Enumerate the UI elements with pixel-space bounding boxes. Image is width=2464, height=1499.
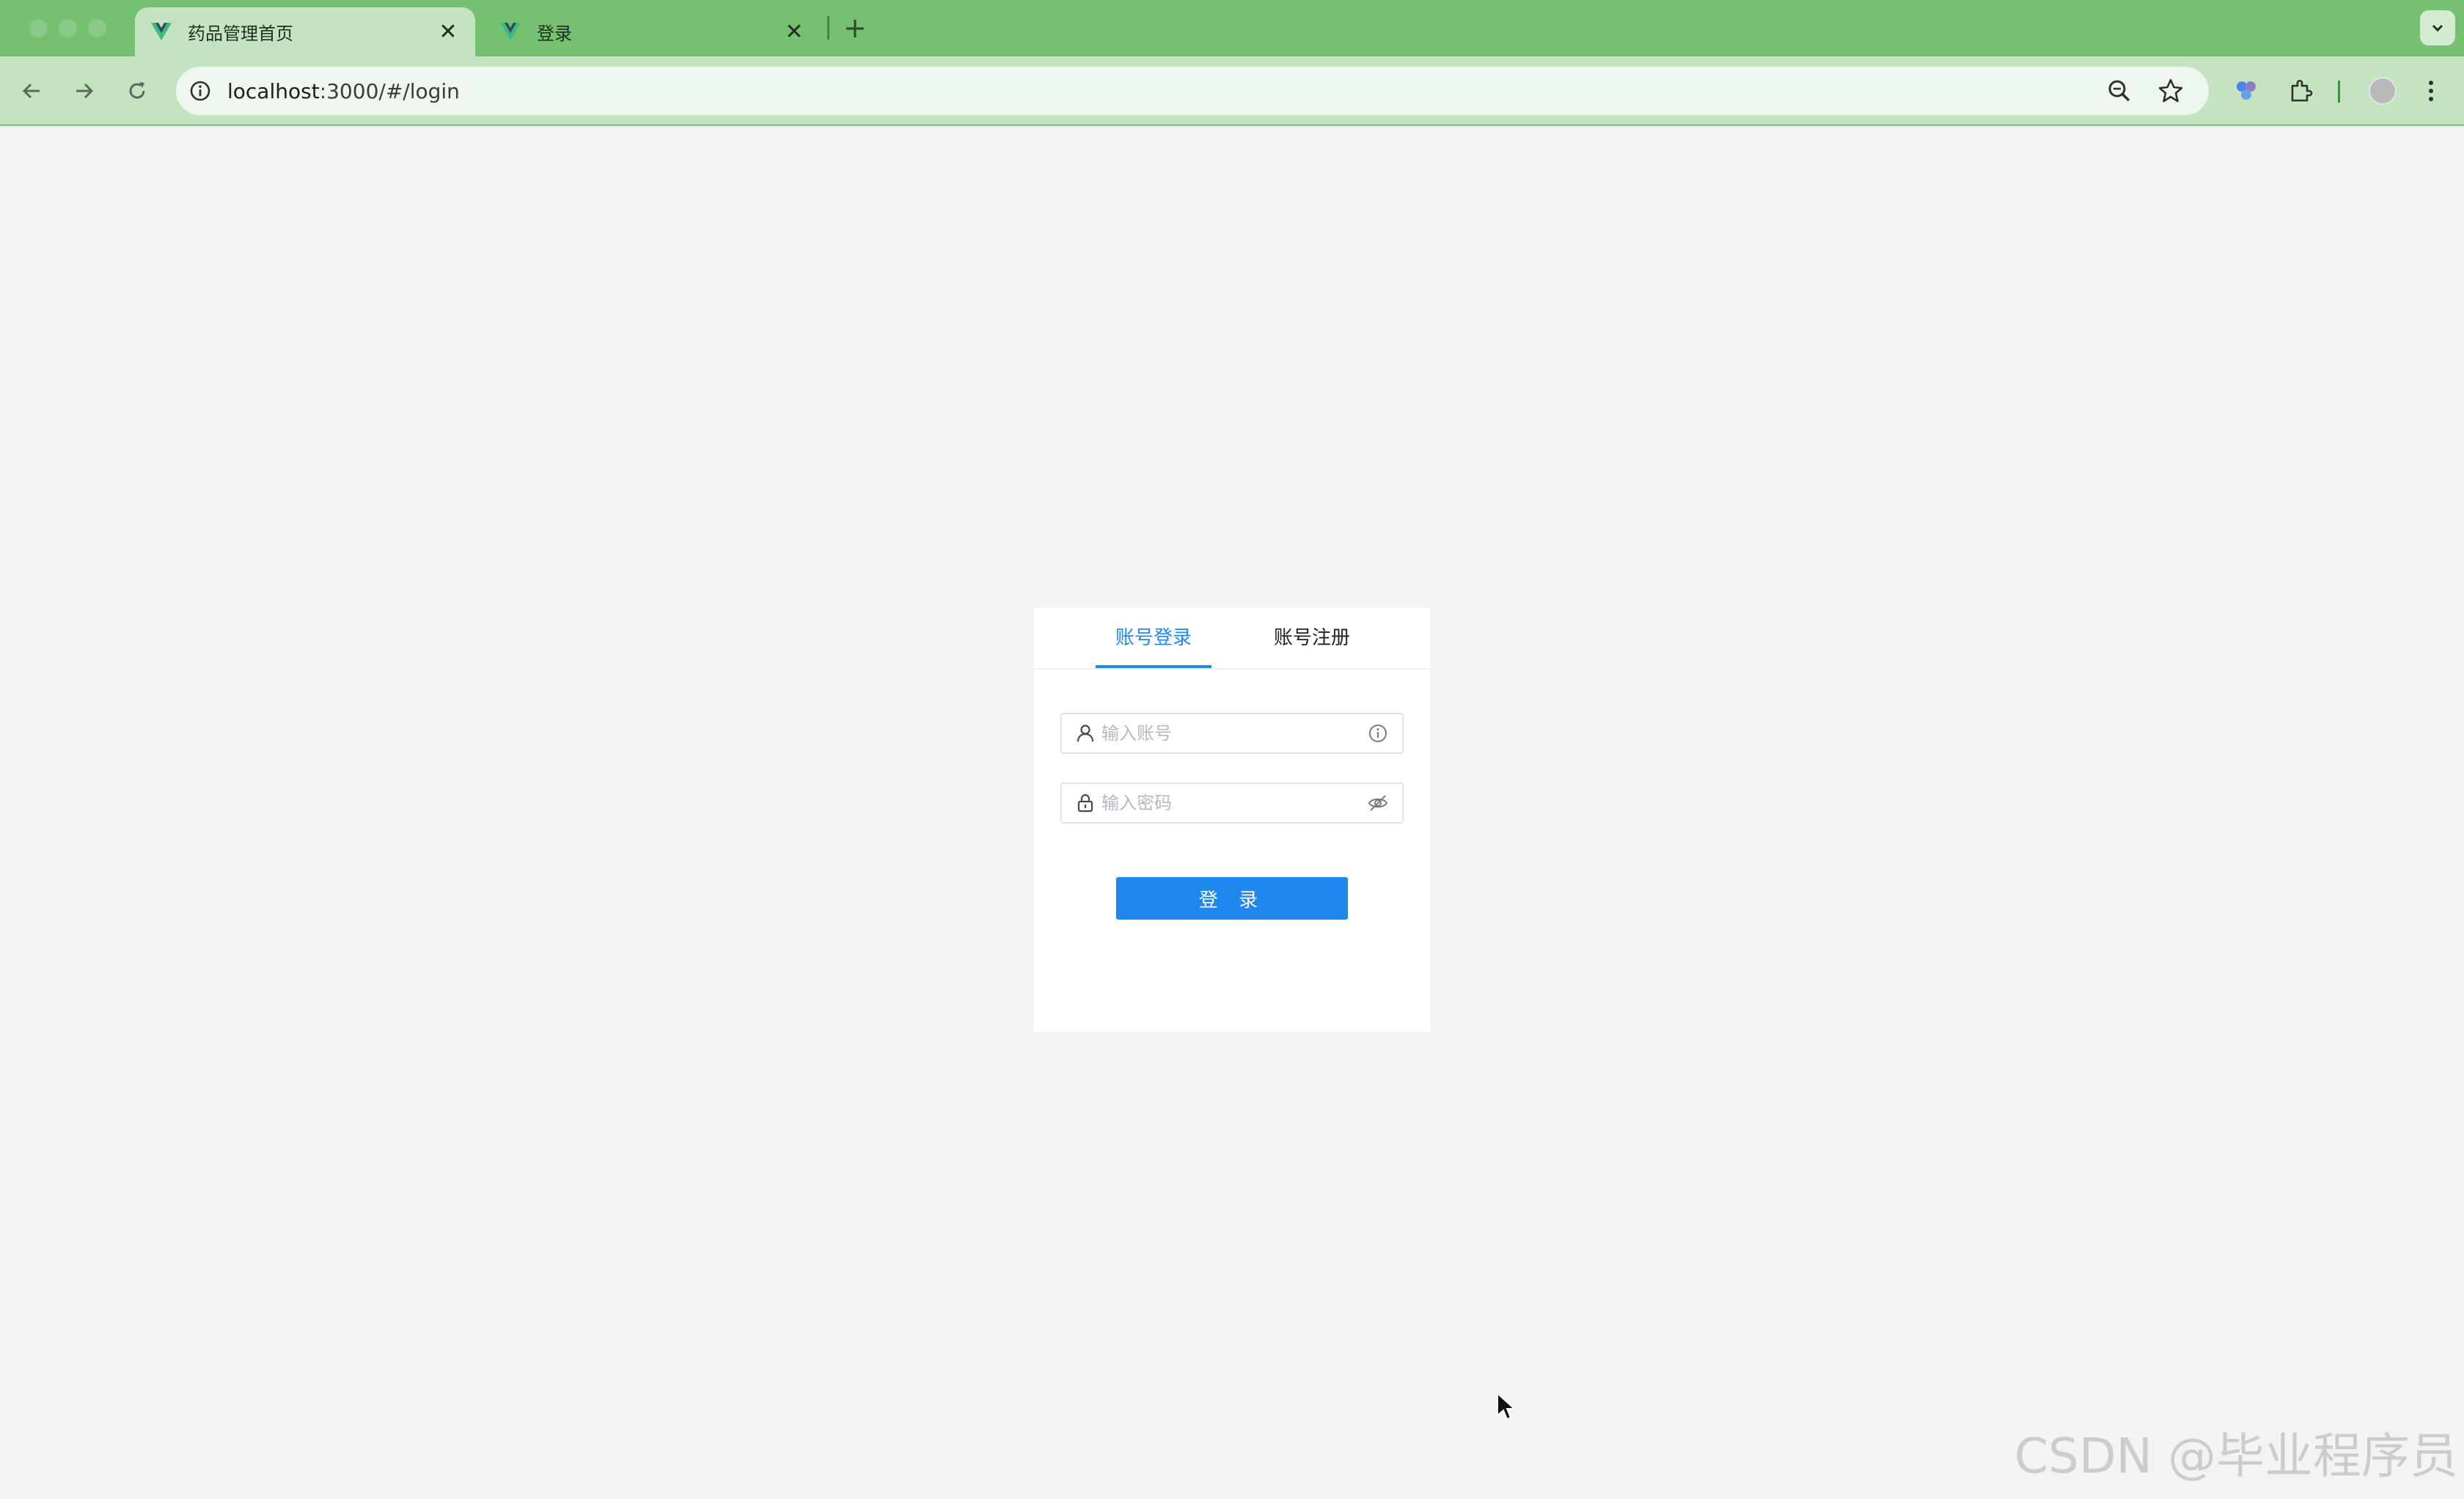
- arrow-right-icon: [76, 83, 94, 99]
- info-circle-icon[interactable]: [1367, 722, 1389, 744]
- reload-icon: [129, 82, 145, 99]
- new-tab-button[interactable]: +: [843, 10, 867, 45]
- forward-button[interactable]: [67, 74, 101, 108]
- user-icon: [1077, 725, 1094, 742]
- tab-title: 登录: [537, 23, 572, 44]
- site-info-icon[interactable]: [188, 78, 213, 103]
- vue-logo-icon: [151, 22, 172, 40]
- browser-tab-medicine-home[interactable]: 药品管理首页 ✕: [135, 7, 475, 56]
- window-close-dot[interactable]: [29, 19, 48, 37]
- tab-search-button[interactable]: [2420, 10, 2455, 45]
- kebab-menu-icon: [2429, 81, 2433, 101]
- window-minimize-dot[interactable]: [59, 19, 77, 37]
- vue-logo-icon: [500, 22, 521, 40]
- extensions-button[interactable]: [2284, 74, 2317, 108]
- profile-button[interactable]: [2366, 74, 2399, 108]
- browser-tab-bar: 药品管理首页 ✕ 登录 ✕ +: [0, 0, 2464, 56]
- browser-toolbar: localhost:3000/#/login: [0, 56, 2464, 126]
- toolbar-divider: [2338, 81, 2340, 103]
- extension-app-icon: [2237, 81, 2256, 100]
- url-host: localhost: [227, 78, 320, 103]
- browser-tab-login[interactable]: 登录 ✕: [484, 7, 821, 56]
- window-zoom-dot[interactable]: [88, 19, 106, 37]
- url-path: :3000/#/login: [319, 78, 460, 103]
- tab-account-login[interactable]: 账号登录: [1096, 608, 1211, 668]
- browser-menu-button[interactable]: [2414, 74, 2448, 108]
- login-tabs: 账号登录 账号注册: [1034, 608, 1430, 670]
- password-field[interactable]: [1060, 783, 1404, 824]
- info-circle-icon: [190, 81, 210, 101]
- tab-close-icon[interactable]: ✕: [437, 21, 459, 43]
- watermark: CSDN @毕业程序员: [2014, 1428, 2458, 1484]
- address-bar[interactable]: localhost:3000/#/login: [176, 67, 2209, 115]
- mouse-cursor-icon: [1497, 1392, 1515, 1421]
- account-input[interactable]: [1100, 722, 1367, 744]
- zoom-icon[interactable]: [2106, 78, 2133, 104]
- arrow-left-icon: [22, 83, 40, 99]
- login-button[interactable]: 登 录: [1116, 877, 1348, 920]
- account-field[interactable]: [1060, 713, 1404, 754]
- chevron-down-icon: [2432, 24, 2443, 32]
- reload-button[interactable]: [120, 74, 154, 108]
- lock-icon: [1077, 794, 1093, 813]
- bookmark-star-icon[interactable]: [2157, 78, 2184, 104]
- puzzle-icon: [2291, 79, 2313, 102]
- back-button[interactable]: [15, 74, 48, 108]
- extension-button[interactable]: [2229, 74, 2263, 108]
- eye-off-icon[interactable]: [1367, 792, 1389, 814]
- tab-separator: [827, 16, 829, 40]
- tab-account-register[interactable]: 账号注册: [1254, 608, 1370, 668]
- tab-close-icon[interactable]: ✕: [783, 21, 805, 43]
- tab-title: 药品管理首页: [188, 23, 293, 44]
- url-text: localhost:3000/#/login: [227, 79, 460, 103]
- avatar: [2369, 77, 2397, 105]
- active-tab-indicator: [1096, 665, 1211, 668]
- password-input[interactable]: [1100, 792, 1367, 814]
- login-card: 账号登录 账号注册 登 录: [1034, 608, 1430, 1032]
